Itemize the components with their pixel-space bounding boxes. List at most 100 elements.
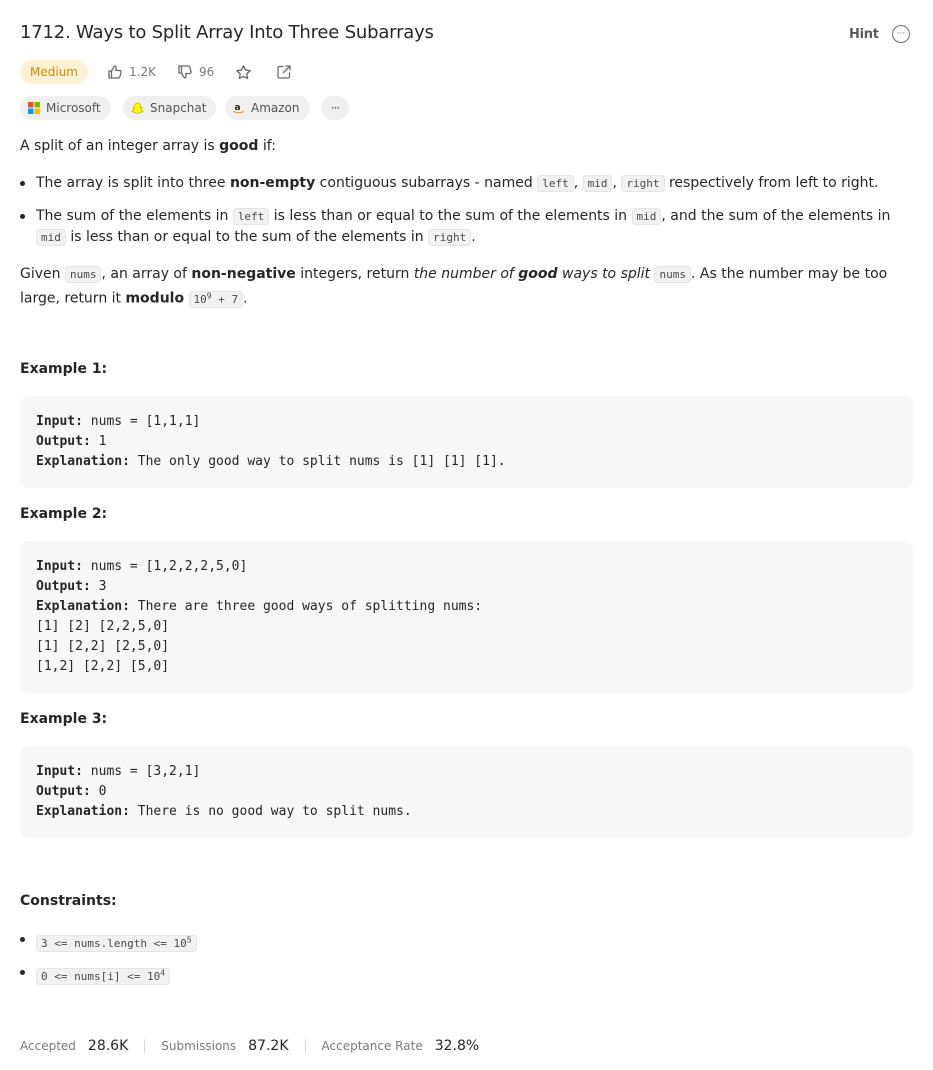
bullet-dot	[20, 970, 25, 975]
svg-text:a: a	[235, 103, 241, 113]
share-icon	[277, 65, 291, 79]
tag-snapchat[interactable]: Snapchat	[123, 96, 217, 120]
more-options-icon[interactable]: ···	[892, 25, 910, 43]
input-label: Input:	[36, 764, 83, 779]
text: , an array of	[101, 266, 192, 282]
submissions-value: 87.2K	[248, 1038, 289, 1054]
hint-button[interactable]: Hint	[849, 27, 879, 42]
constraint-text: 3 <= nums.length <= 10	[41, 936, 187, 950]
text: integers, return	[295, 266, 414, 282]
constraint-exponent: 5	[186, 935, 192, 944]
list-item: 0 <= nums[i] <= 104	[20, 962, 913, 987]
list-item: The sum of the elements in left is less …	[20, 206, 913, 248]
italic-text: the number of	[413, 266, 519, 282]
explanation-label: Explanation:	[36, 454, 130, 469]
explanation-label: Explanation:	[36, 599, 130, 614]
explanation-text: There is no good way to split nums.	[129, 804, 412, 819]
submissions-label: Submissions	[161, 1039, 237, 1053]
amazon-logo-icon: a	[233, 103, 245, 114]
accepted-value: 28.6K	[87, 1038, 129, 1054]
tag-label: Amazon	[251, 101, 300, 115]
explanation-text: The only good way to split nums is [1] […	[129, 454, 506, 469]
emphasis: modulo	[125, 290, 185, 307]
example-2-block: Input: nums = [1,2,2,2,5,0] Output: 3 Ex…	[20, 541, 913, 693]
inline-code: right	[428, 229, 472, 246]
difficulty-badge: Medium	[20, 60, 88, 84]
more-options-dots: ···	[896, 28, 906, 39]
constraint-2: 0 <= nums[i] <= 104	[36, 967, 171, 985]
favorite-button[interactable]	[235, 64, 252, 81]
output-label: Output:	[36, 579, 91, 594]
example-3-block: Input: nums = [3,2,1] Output: 0 Explanat…	[20, 746, 913, 838]
inline-code: mid	[582, 175, 613, 192]
input-label: Input:	[36, 559, 83, 574]
microsoft-logo-icon	[28, 102, 40, 114]
bullet-dot	[20, 214, 25, 219]
problem-title: 1712. Ways to Split Array Into Three Sub…	[20, 22, 434, 43]
more-tags-dots: ···	[330, 101, 341, 115]
italic-text: ways to split	[557, 266, 651, 282]
output-value: 3	[90, 579, 107, 594]
mod-tail: + 7	[211, 292, 239, 306]
list-item: The array is split into three non-empty …	[20, 173, 913, 194]
text: if:	[258, 138, 276, 154]
output-value: 0	[90, 784, 107, 799]
snapchat-logo-icon	[131, 102, 144, 114]
inline-code: nums	[654, 266, 691, 283]
inline-code: left	[232, 208, 270, 225]
input-value: nums = [1,2,2,2,5,0]	[82, 559, 248, 574]
inline-code: mid	[36, 229, 66, 246]
text: contiguous subarrays - named	[315, 175, 538, 191]
emphasis-good: good	[219, 138, 259, 154]
example-2-title: Example 2:	[20, 506, 108, 522]
more-tags-button[interactable]: ···	[321, 96, 349, 120]
input-label: Input:	[36, 414, 83, 429]
tag-label: Microsoft	[46, 101, 101, 115]
acceptance-rate-value: 32.8%	[434, 1038, 480, 1054]
modulo-value: 109 + 7	[188, 290, 244, 308]
accepted-label: Accepted	[20, 1039, 76, 1053]
input-value: nums = [1,1,1]	[82, 414, 201, 429]
text: .	[471, 229, 476, 245]
emphasis: non-negative	[191, 266, 296, 282]
text: is less than or equal to the sum of the …	[65, 229, 429, 245]
mod-base: 10	[193, 292, 207, 306]
text: is less than or equal to the sum of the …	[269, 208, 632, 224]
thumbs-up-icon	[108, 65, 122, 79]
emphasis-good: good	[518, 266, 558, 282]
star-icon	[236, 65, 251, 80]
constraint-text: 0 <= nums[i] <= 10	[41, 969, 161, 983]
tag-microsoft[interactable]: Microsoft	[20, 96, 111, 120]
divider	[304, 1039, 306, 1053]
constraint-exponent: 4	[160, 968, 166, 977]
like-button[interactable]: 1.2K	[107, 64, 156, 80]
text: A split of an integer array is	[20, 138, 220, 154]
likes-count: 1.2K	[129, 65, 156, 79]
inline-code: nums	[64, 266, 102, 283]
share-button[interactable]	[276, 64, 292, 80]
output-label: Output:	[36, 784, 91, 799]
example-3-title: Example 3:	[20, 711, 108, 727]
output-value: 1	[90, 434, 107, 449]
thumbs-down-icon	[178, 65, 192, 79]
emphasis: non-empty	[229, 175, 316, 191]
text: Given	[20, 266, 65, 282]
given-paragraph: Given nums, an array of non-negative int…	[20, 264, 913, 310]
tag-label: Snapchat	[150, 101, 207, 115]
constraints-title: Constraints:	[20, 893, 117, 909]
text: The sum of the elements in	[36, 208, 233, 224]
dislike-button[interactable]: 96	[177, 64, 214, 80]
tag-amazon[interactable]: a Amazon	[225, 96, 310, 120]
bullet-dot	[20, 937, 25, 942]
bullet-dot	[20, 181, 25, 186]
text: .	[243, 290, 248, 307]
text: respectively from left to right.	[664, 175, 879, 191]
inline-code: mid	[631, 208, 662, 225]
stats-bar: Accepted 28.6K Submissions 87.2K Accepta…	[20, 1038, 479, 1054]
inline-code: right	[621, 175, 665, 192]
divider	[144, 1039, 146, 1053]
intro-paragraph: A split of an integer array is good if:	[20, 136, 913, 157]
example-1-title: Example 1:	[20, 361, 108, 377]
constraint-1: 3 <= nums.length <= 105	[36, 934, 197, 952]
text: ,	[573, 175, 583, 191]
